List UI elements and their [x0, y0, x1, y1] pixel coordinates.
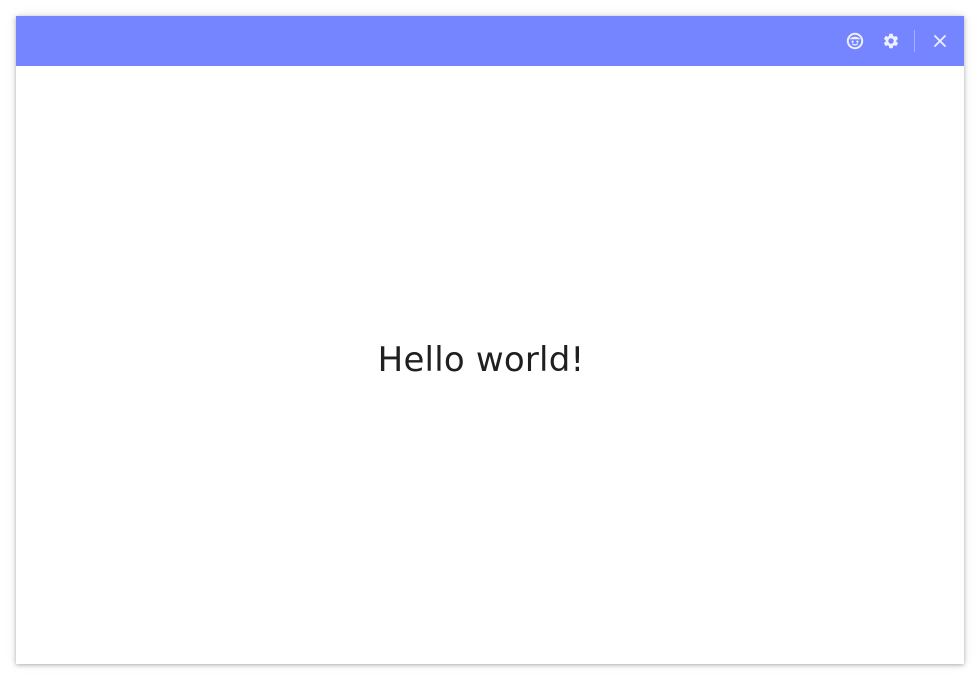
close-button[interactable] [928, 29, 952, 53]
app-window: Hello world! [16, 16, 964, 664]
close-icon [934, 35, 946, 47]
face-button[interactable] [843, 29, 867, 53]
face-icon [846, 32, 864, 50]
gear-icon [883, 33, 899, 49]
title-bar [16, 16, 964, 66]
hello-message: Hello world! [377, 340, 585, 380]
main-content: Hello world! [16, 66, 964, 664]
title-bar-divider [914, 30, 915, 52]
settings-button[interactable] [879, 29, 903, 53]
